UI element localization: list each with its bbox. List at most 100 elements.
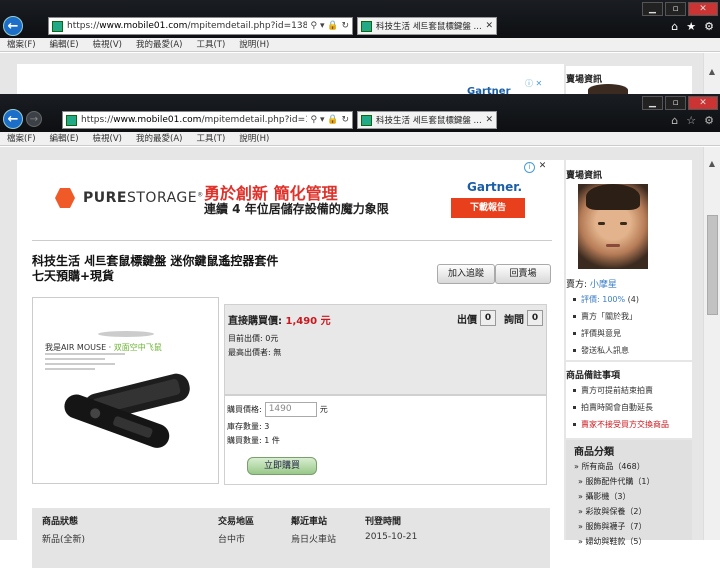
- stock-count: 庫存數量: 3: [227, 422, 270, 431]
- menu-view[interactable]: 檢視(V): [93, 38, 122, 51]
- value-station: 烏日火車站: [291, 535, 337, 545]
- close-window-icon[interactable]: ✕: [688, 96, 718, 110]
- sidebar-title-back: 賣場資訊: [566, 75, 603, 85]
- menu-bar-back: 檔案(F) 編輯(E) 檢視(V) 我的最愛(A) 工具(T) 說明(H): [0, 38, 720, 52]
- menu-bar: 檔案(F) 編輯(E) 檢視(V) 我的最愛(A) 工具(T) 說明(H): [0, 132, 720, 146]
- product-title-line2: 七天預購+現貨: [32, 269, 115, 283]
- tab-favicon: [361, 114, 372, 126]
- tab-title: 科技生活 세트套鼠標鍵盤 ...: [376, 22, 482, 32]
- ad-controls: i ✕: [524, 162, 548, 173]
- menu-tools[interactable]: 工具(T): [196, 132, 225, 145]
- bid-count: 0: [480, 310, 496, 326]
- menu-file[interactable]: 檔案(F): [7, 38, 36, 51]
- tab-favicon: [361, 20, 372, 32]
- direct-price: 直接購買價: 1,490 元: [228, 316, 331, 327]
- menu-file[interactable]: 檔案(F): [7, 132, 36, 145]
- scrollbar-thumb[interactable]: [707, 215, 718, 315]
- back-button[interactable]: ←: [3, 16, 23, 36]
- minimize-icon[interactable]: ▁: [642, 96, 663, 110]
- menu-edit[interactable]: 編輯(E): [50, 38, 79, 51]
- add-track-button[interactable]: 加入追蹤: [437, 264, 495, 284]
- back-to-store-button[interactable]: 回賣場: [495, 264, 551, 284]
- window-controls: ▁ ▫ ✕: [642, 96, 718, 110]
- menu-favorites[interactable]: 我的最愛(A): [136, 38, 182, 51]
- back-button[interactable]: ←: [3, 109, 23, 129]
- ad-info-icon[interactable]: i: [524, 162, 535, 173]
- ad-close-icon[interactable]: ✕: [537, 162, 548, 173]
- gartner-logo: Gartner.: [467, 180, 523, 194]
- note-item: 賣家不接受買方交換商品: [566, 416, 692, 433]
- address-bar[interactable]: https://www.mobile01.com/mpitemdetail.ph…: [62, 111, 353, 129]
- menu-favorites[interactable]: 我的最愛(A): [136, 132, 182, 145]
- category-item[interactable]: » 服飾配件代購（1）: [578, 476, 655, 487]
- seller-about-link[interactable]: 賣方「關於我」: [566, 308, 692, 325]
- ask-counter[interactable]: 詢問 0: [504, 310, 543, 326]
- bid-label: 出價: [457, 314, 477, 326]
- menu-edit[interactable]: 編輯(E): [50, 132, 79, 145]
- maximize-icon[interactable]: ▫: [665, 96, 686, 110]
- seller-feedback-link[interactable]: 評價與意見: [566, 325, 692, 342]
- note-item: 賣方可提前結束拍賣: [566, 382, 692, 399]
- menu-view[interactable]: 檢視(V): [93, 132, 122, 145]
- product-image[interactable]: 我是AIR MOUSE · 双面空中飞鼠: [32, 297, 219, 484]
- category-panel: 商品分類 » 所有商品（468） » 服飾配件代購（1） » 攝影機（3） » …: [566, 440, 692, 546]
- top-bidder: 最高出價者: 無: [228, 348, 282, 357]
- browser-tab[interactable]: 科技生活 세트套鼠標鍵盤 ... ✕: [357, 111, 497, 129]
- scroll-up-icon[interactable]: ▲: [704, 65, 720, 79]
- address-tools[interactable]: ⚲ ▾ 🔒 ↻: [311, 21, 349, 31]
- tab-close-icon[interactable]: ✕: [485, 21, 493, 31]
- favorites-star-icon[interactable]: ★: [686, 20, 696, 33]
- maximize-icon[interactable]: ▫: [665, 2, 686, 16]
- ad-info-icon-back[interactable]: ⓘ ✕: [525, 78, 542, 89]
- home-icon[interactable]: ⌂: [671, 20, 678, 33]
- scroll-up-icon[interactable]: ▲: [704, 157, 720, 171]
- seller-message-link[interactable]: 發送私人訊息: [566, 342, 692, 359]
- bid-counter[interactable]: 出價 0: [457, 310, 496, 326]
- seller-rating[interactable]: 評價: 100% (4): [566, 291, 692, 308]
- menu-help[interactable]: 說明(H): [239, 38, 269, 51]
- tab-close-icon[interactable]: ✕: [485, 115, 493, 125]
- buy-price-label: 購買價格:: [227, 405, 262, 414]
- buy-quantity: 購買數量: 1 件: [227, 436, 280, 445]
- seller-name-link[interactable]: 小摩星: [590, 280, 617, 290]
- header-station: 鄰近車站: [291, 517, 328, 527]
- category-root[interactable]: » 所有商品（468）: [574, 461, 645, 472]
- seller-avatar[interactable]: [578, 184, 648, 269]
- menu-help[interactable]: 說明(H): [239, 132, 269, 145]
- menu-tools[interactable]: 工具(T): [196, 38, 225, 51]
- product-info-table: 商品狀態 交易地區 鄰近車站 刊登時間 新品(全新) 台中市 烏日火車站 201…: [32, 508, 550, 568]
- price-panel: 直接購買價: 1,490 元 目前出價: 0元 最高出價者: 無 出價 0 詢問…: [224, 304, 547, 395]
- category-item[interactable]: » 彩妝與保養（2）: [578, 506, 647, 517]
- favorites-star-icon[interactable]: ☆: [686, 114, 696, 127]
- buy-now-button[interactable]: 立即購買: [247, 457, 317, 475]
- home-icon[interactable]: ⌂: [671, 114, 678, 127]
- url-text: https://www.mobile01.com/mpitemdetail.ph…: [67, 21, 307, 31]
- close-window-icon[interactable]: ✕: [688, 2, 718, 16]
- url-text: https://www.mobile01.com/mpitemdetail.ph…: [81, 115, 307, 125]
- settings-gear-icon[interactable]: ⚙: [704, 114, 714, 127]
- value-posted: 2015-10-21: [365, 532, 418, 542]
- header-region: 交易地區: [218, 517, 255, 527]
- category-item[interactable]: » 服飾與襪子（7）: [578, 521, 647, 532]
- product-title: 科技生活 세트套鼠標鍵盤 迷你鍵鼠遙控器套件 七天預購+現貨: [32, 254, 278, 284]
- ad-banner[interactable]: i ✕ PURESTORAGE® 勇於創新 簡化管理 連續 4 年位居儲存設備的…: [17, 160, 564, 238]
- category-item[interactable]: » 攝影機（3）: [578, 491, 631, 502]
- browser-tab-back[interactable]: 科技生活 세트套鼠標鍵盤 ... ✕: [357, 17, 497, 35]
- category-item[interactable]: » 婦幼與鞋款（5）: [578, 536, 647, 547]
- address-bar-back[interactable]: https://www.mobile01.com/mpitemdetail.ph…: [48, 17, 353, 35]
- notes-panel: 商品備註事項 賣方可提前結束拍賣 拍賣時間會自動延長 賣家不接受買方交換商品: [566, 362, 692, 438]
- buy-price-input[interactable]: 1490: [264, 402, 317, 417]
- settings-gear-icon[interactable]: ⚙: [704, 20, 714, 33]
- keyboard-remote-illustration: [64, 331, 190, 448]
- forward-button[interactable]: →: [26, 111, 42, 127]
- ad-subline: 連續 4 年位居儲存設備的魔力象限: [204, 202, 389, 216]
- buy-price-unit: 元: [319, 405, 328, 414]
- address-tools[interactable]: ⚲ ▾ 🔒 ↻: [311, 115, 349, 125]
- scrollbar-back[interactable]: ▲: [703, 53, 720, 95]
- value-condition: 新品(全新): [42, 535, 86, 545]
- scrollbar[interactable]: ▲: [703, 147, 720, 540]
- download-report-button[interactable]: 下載報告: [451, 198, 525, 218]
- minimize-icon[interactable]: ▁: [642, 2, 663, 16]
- current-bid: 目前出價: 0元: [228, 334, 279, 343]
- value-region: 台中市: [218, 535, 246, 545]
